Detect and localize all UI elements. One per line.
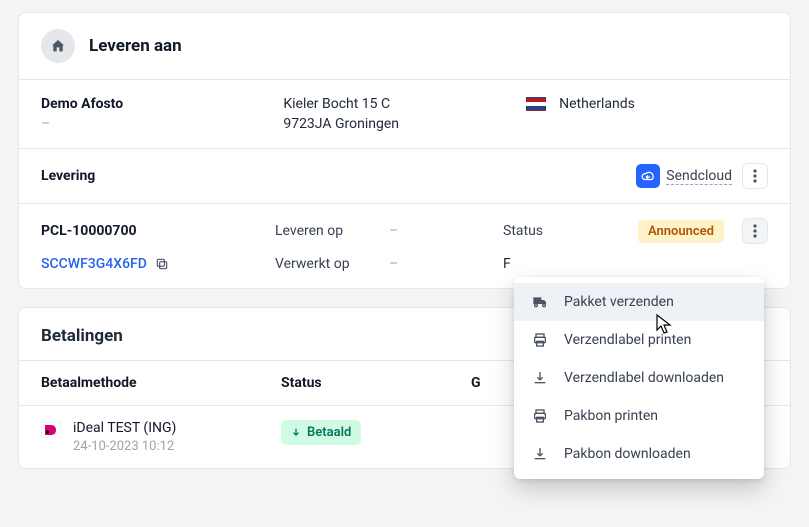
menu-item-pakket-verzenden[interactable]: Pakket verzenden xyxy=(514,283,764,321)
shipment-detail: PCL-10000700 Leveren op – Status Announc… xyxy=(19,204,790,278)
provider-name: Sendcloud xyxy=(666,168,732,185)
col-status: Status xyxy=(281,375,471,391)
menu-item-pakbon-downloaden[interactable]: Pakbon downloaden xyxy=(514,435,764,473)
deliver-on-value: – xyxy=(389,223,499,239)
processed-on-label: Verwerkt op xyxy=(275,256,385,272)
col-method: Betaalmethode xyxy=(41,375,281,391)
home-icon xyxy=(41,29,75,63)
print-icon xyxy=(532,408,548,424)
truck-icon xyxy=(532,294,548,310)
payment-method-name: iDeal TEST (ING) xyxy=(73,420,176,436)
customer-sub: – xyxy=(41,116,283,132)
country-col: Netherlands xyxy=(526,96,768,132)
menu-item-pakbon-printen[interactable]: Pakbon printen xyxy=(514,397,764,435)
address-row: Demo Afosto – Kieler Bocht 15 C 9723JA G… xyxy=(19,80,790,148)
print-icon xyxy=(532,332,548,348)
shipment-actions-menu: Pakket verzenden Verzendlabel printen Ve… xyxy=(514,277,764,479)
flag-nl-icon xyxy=(526,97,546,111)
processed-on-value: – xyxy=(389,256,499,272)
copy-icon[interactable] xyxy=(155,257,169,271)
download-icon xyxy=(532,446,548,462)
tracking-code: SCCWF3G4X6FD xyxy=(41,256,147,272)
deliver-on-label: Leveren op xyxy=(275,223,385,239)
cutoff-text: F xyxy=(503,256,583,272)
levering-more-button[interactable] xyxy=(742,163,768,189)
deliver-card: Leveren aan Demo Afosto – Kieler Bocht 1… xyxy=(18,12,791,289)
address-line-2: 9723JA Groningen xyxy=(283,116,525,132)
levering-header: Levering Sendcloud xyxy=(19,149,790,203)
provider-chip[interactable]: Sendcloud xyxy=(636,164,732,188)
shipment-more-button[interactable] xyxy=(742,218,768,244)
status-label: Status xyxy=(503,223,583,239)
ideal-icon xyxy=(41,420,61,440)
levering-label: Levering xyxy=(41,168,95,184)
download-icon xyxy=(532,370,548,386)
address-col: Kieler Bocht 15 C 9723JA Groningen xyxy=(283,96,525,132)
menu-label: Verzendlabel printen xyxy=(564,332,691,348)
deliver-header: Leveren aan xyxy=(19,13,790,79)
status-cell: Announced xyxy=(587,220,724,243)
deliver-title: Leveren aan xyxy=(89,36,182,56)
menu-label: Pakket verzenden xyxy=(564,294,674,310)
arrow-down-icon xyxy=(291,428,301,438)
customer-name: Demo Afosto xyxy=(41,96,283,112)
customer-col: Demo Afosto – xyxy=(41,96,283,132)
status-badge: Announced xyxy=(638,220,724,243)
shipment-ref: PCL-10000700 xyxy=(41,223,271,239)
paid-badge: Betaald xyxy=(281,420,361,445)
tracking-link[interactable]: SCCWF3G4X6FD xyxy=(41,256,271,272)
address-line-1: Kieler Bocht 15 C xyxy=(283,96,525,112)
menu-label: Pakbon downloaden xyxy=(564,446,691,462)
country-name: Netherlands xyxy=(559,96,635,112)
menu-label: Verzendlabel downloaden xyxy=(564,370,724,386)
menu-item-verzendlabel-printen[interactable]: Verzendlabel printen xyxy=(514,321,764,359)
payment-date: 24-10-2023 10:12 xyxy=(73,439,176,454)
cloud-icon xyxy=(636,164,660,188)
menu-item-verzendlabel-downloaden[interactable]: Verzendlabel downloaden xyxy=(514,359,764,397)
menu-label: Pakbon printen xyxy=(564,408,658,424)
